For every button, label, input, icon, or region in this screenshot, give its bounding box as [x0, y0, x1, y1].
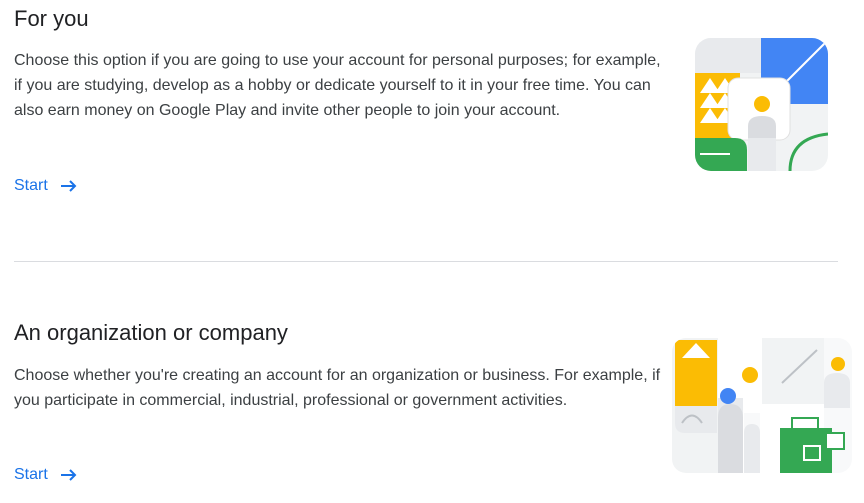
section-divider [14, 261, 838, 262]
organization-account-illustration [672, 338, 852, 473]
organization-start-link[interactable]: Start [14, 466, 78, 484]
personal-start-label: Start [14, 177, 48, 194]
personal-description: Choose this option if you are going to u… [14, 52, 661, 119]
organization-start-label: Start [14, 466, 48, 483]
personal-start-link[interactable]: Start [14, 177, 78, 195]
organization-title: An organization or company [14, 320, 288, 345]
arrow-right-icon [60, 469, 77, 481]
personal-account-illustration [695, 38, 828, 171]
organization-description: Choose whether you're creating an accoun… [14, 367, 661, 409]
personal-title: For you [14, 6, 89, 31]
arrow-right-icon [60, 180, 77, 192]
